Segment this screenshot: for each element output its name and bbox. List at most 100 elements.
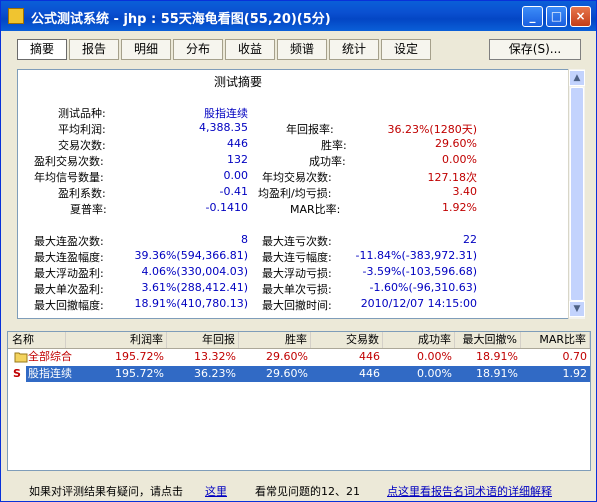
label-win-trades: 盈利交易次数: bbox=[34, 155, 104, 168]
tab-spectrum[interactable]: 频谱 bbox=[277, 39, 327, 60]
col-success-rate[interactable]: 成功率 bbox=[383, 332, 455, 348]
main-window: 公式测试系统 - jhp : 55天海龟看图(55,20)(5分) _ □ × … bbox=[0, 0, 597, 502]
value-trade-count: 446 bbox=[227, 137, 248, 150]
app-icon bbox=[8, 8, 24, 24]
footer-here-link[interactable]: 这里 bbox=[205, 483, 227, 499]
row-profit-rate: 195.72% bbox=[115, 350, 164, 363]
row-trades: 446 bbox=[359, 350, 380, 363]
table-row[interactable]: 全部综合 195.72% 13.32% 29.60% 446 0.00% 18.… bbox=[8, 349, 590, 365]
label-max-consec-loss-range: 最大连亏幅度: bbox=[262, 251, 332, 264]
tab-summary[interactable]: 摘要 bbox=[17, 39, 67, 60]
folder-icon bbox=[12, 349, 28, 365]
tab-toolbar: 摘要 报告 明细 分布 收益 频谱 统计 设定 保存(S)... bbox=[7, 37, 591, 62]
col-win-rate[interactable]: 胜率 bbox=[239, 332, 311, 348]
label-max-consec-wins: 最大连盈次数: bbox=[34, 235, 104, 248]
value-max-drawdown: 18.91%(410,780.13) bbox=[134, 297, 248, 310]
label-annual-return: 年回报率: bbox=[286, 123, 334, 136]
window-title: 公式测试系统 - jhp : 55天海龟看图(55,20)(5分) bbox=[31, 12, 331, 27]
value-max-consec-wins: 8 bbox=[241, 233, 248, 246]
tab-profit[interactable]: 收益 bbox=[225, 39, 275, 60]
row-annual-return: 13.32% bbox=[194, 350, 236, 363]
value-avg-win-loss: 3.40 bbox=[452, 185, 478, 198]
value-win-rate: 29.60% bbox=[435, 137, 477, 150]
results-table: 名称 利润率 年回报 胜率 交易数 成功率 最大回撤% MAR比率 全部综合 1… bbox=[7, 331, 591, 471]
label-annual-signals: 年均信号数量: bbox=[34, 171, 104, 184]
value-win-trades: 132 bbox=[227, 153, 248, 166]
footer-bar: 如果对评测结果有疑问，请点击 这里 看常见问题的12、21 点这里看报告名词术语… bbox=[1, 477, 596, 501]
label-instrument: 测试品种: bbox=[58, 107, 106, 120]
label-sharpe: 夏普率: bbox=[70, 203, 107, 216]
row-success-rate: 0.00% bbox=[417, 367, 452, 380]
s-icon: S bbox=[8, 366, 26, 382]
row-max-drawdown: 18.91% bbox=[476, 367, 518, 380]
col-mar[interactable]: MAR比率 bbox=[521, 332, 590, 348]
row-max-drawdown: 18.91% bbox=[476, 350, 518, 363]
row-win-rate: 29.60% bbox=[266, 367, 308, 380]
footer-faq-text: 看常见问题的12、21 bbox=[255, 485, 360, 498]
row-trades: 446 bbox=[359, 367, 380, 380]
summary-report: 测试摘要 测试品种: 股指连续 平均利润: 4,388.35 交易次数: 446… bbox=[17, 69, 585, 319]
value-max-consec-loss-range: -11.84%(-383,972.31) bbox=[355, 249, 477, 262]
report-scrollbar[interactable]: ▲ ▼ bbox=[568, 69, 585, 319]
row-mar: 1.92 bbox=[562, 367, 588, 380]
value-max-consec-win-range: 39.36%(594,366.81) bbox=[134, 249, 248, 262]
label-trade-count: 交易次数: bbox=[58, 139, 106, 152]
row-mar: 0.70 bbox=[562, 350, 588, 363]
value-annual-return: 36.23%(1280天) bbox=[387, 123, 477, 136]
label-max-consec-losses: 最大连亏次数: bbox=[262, 235, 332, 248]
col-annual-return[interactable]: 年回报 bbox=[167, 332, 239, 348]
value-profit-factor: -0.41 bbox=[219, 185, 248, 198]
tab-settings[interactable]: 设定 bbox=[381, 39, 431, 60]
tab-detail[interactable]: 明细 bbox=[121, 39, 171, 60]
value-max-single-loss: -1.60%(-96,310.63) bbox=[369, 281, 477, 294]
col-profit-rate[interactable]: 利润率 bbox=[66, 332, 167, 348]
scroll-up-arrow-icon[interactable]: ▲ bbox=[569, 70, 585, 86]
col-name[interactable]: 名称 bbox=[8, 332, 66, 348]
label-max-consec-win-range: 最大连盈幅度: bbox=[34, 251, 104, 264]
footer-question-text: 如果对评测结果有疑问，请点击 bbox=[29, 485, 183, 498]
tab-report[interactable]: 报告 bbox=[69, 39, 119, 60]
row-win-rate: 29.60% bbox=[266, 350, 308, 363]
scroll-down-arrow-icon[interactable]: ▼ bbox=[569, 301, 585, 317]
row-annual-return: 36.23% bbox=[194, 367, 236, 380]
value-sharpe: -0.1410 bbox=[205, 201, 248, 214]
tab-distribution[interactable]: 分布 bbox=[173, 39, 223, 60]
value-avg-profit: 4,388.35 bbox=[199, 121, 248, 134]
close-button[interactable]: × bbox=[570, 6, 591, 27]
label-profit-factor: 盈利系数: bbox=[58, 187, 106, 200]
col-trades[interactable]: 交易数 bbox=[311, 332, 383, 348]
label-annual-trades: 年均交易次数: bbox=[262, 171, 332, 184]
row-success-rate: 0.00% bbox=[417, 350, 452, 363]
label-mar-ratio: MAR比率: bbox=[290, 203, 341, 216]
row-profit-rate: 195.72% bbox=[115, 367, 164, 380]
value-max-float-loss: -3.59%(-103,596.68) bbox=[362, 265, 477, 278]
label-max-single-loss: 最大单次亏损: bbox=[262, 283, 332, 296]
scroll-thumb[interactable] bbox=[570, 87, 584, 301]
title-bar[interactable]: 公式测试系统 - jhp : 55天海龟看图(55,20)(5分) _ □ × bbox=[1, 1, 596, 31]
save-button[interactable]: 保存(S)... bbox=[489, 39, 581, 60]
label-max-float-profit: 最大浮动盈利: bbox=[34, 267, 104, 280]
value-mar-ratio: 1.92% bbox=[442, 201, 477, 214]
value-max-consec-losses: 22 bbox=[463, 233, 477, 246]
value-annual-signals: 0.00 bbox=[223, 169, 249, 182]
table-header: 名称 利润率 年回报 胜率 交易数 成功率 最大回撤% MAR比率 bbox=[8, 332, 590, 349]
value-max-float-profit: 4.06%(330,004.03) bbox=[141, 265, 248, 278]
footer-detail-link[interactable]: 点这里看报告名词术语的详细解释 bbox=[387, 483, 552, 499]
label-success-rate: 成功率: bbox=[309, 155, 346, 168]
label-max-drawdown: 最大回撤幅度: bbox=[34, 299, 104, 312]
minimize-button[interactable]: _ bbox=[522, 6, 543, 27]
label-avg-win-loss: 均盈利/均亏损: bbox=[258, 187, 332, 200]
col-max-drawdown[interactable]: 最大回撤% bbox=[455, 332, 521, 348]
label-win-rate: 胜率: bbox=[321, 139, 347, 152]
label-max-float-loss: 最大浮动亏损: bbox=[262, 267, 332, 280]
value-success-rate: 0.00% bbox=[442, 153, 477, 166]
value-annual-trades: 127.18次 bbox=[427, 171, 478, 184]
label-avg-profit: 平均利润: bbox=[58, 123, 106, 136]
value-max-single-profit: 3.61%(288,412.41) bbox=[141, 281, 248, 294]
table-row[interactable]: S 股指连续 195.72% 36.23% 29.60% 446 0.00% 1… bbox=[8, 366, 590, 382]
maximize-button[interactable]: □ bbox=[546, 6, 567, 27]
value-max-drawdown-time: 2010/12/07 14:15:00 bbox=[360, 297, 477, 310]
label-max-single-profit: 最大单次盈利: bbox=[34, 283, 104, 296]
tab-statistics[interactable]: 统计 bbox=[329, 39, 379, 60]
report-title: 测试摘要 bbox=[214, 75, 263, 89]
